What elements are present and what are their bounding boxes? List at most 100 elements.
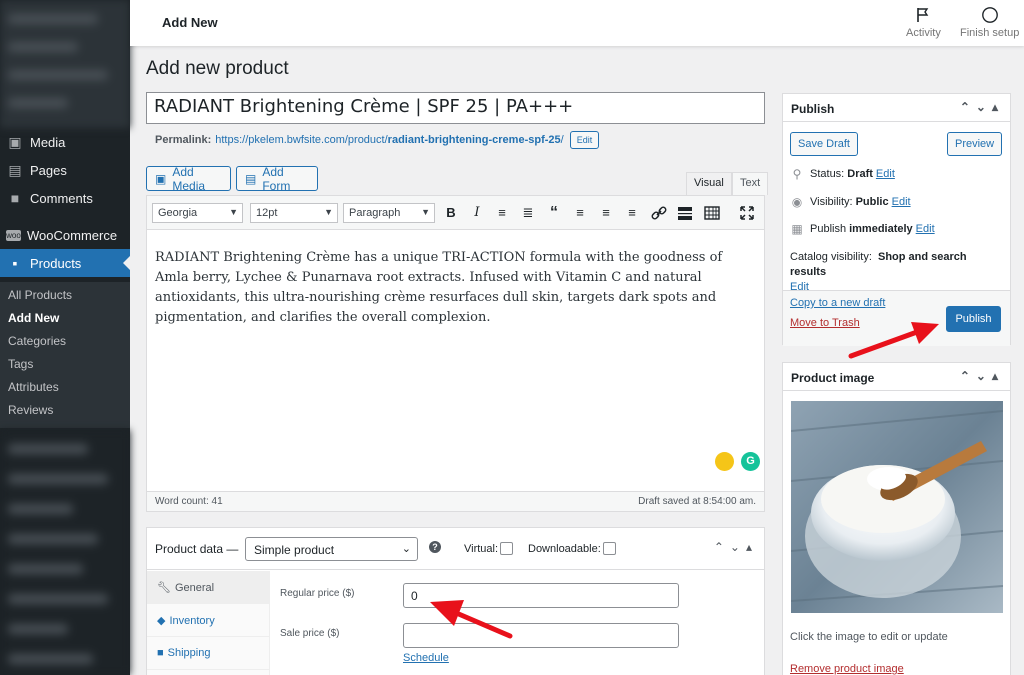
chevron-down-icon: ▼ <box>324 207 333 217</box>
sale-price-label: Sale price ($) <box>280 628 340 639</box>
status-row: ⚲ Status: Draft Edit <box>790 167 895 181</box>
toolbar-toggle-icon[interactable] <box>703 204 721 222</box>
tab-inventory[interactable]: ◆ Inventory <box>147 604 270 637</box>
product-image[interactable] <box>791 401 1003 613</box>
product-data-header: Product data — Simple product ⌄ ? Virtual… <box>147 528 764 570</box>
word-count: Word count: 41 <box>155 496 223 507</box>
bullet-list-icon[interactable]: ≡ <box>493 204 511 222</box>
catalog-visibility-row: Catalog visibility: Shop and search resu… <box>790 251 967 293</box>
paragraph-select[interactable]: Paragraph ▼ <box>343 203 435 223</box>
emoji-icon[interactable] <box>715 452 734 471</box>
tab-text[interactable]: Text <box>732 172 769 195</box>
image-hint: Click the image to edit or update <box>790 631 948 643</box>
preview-button[interactable]: Preview <box>947 132 1003 156</box>
media-icon: ▣ <box>8 133 22 150</box>
bold-icon[interactable]: B <box>442 204 460 222</box>
permalink-label: Permalink: <box>155 134 212 146</box>
font-size-select[interactable]: 12pt ▼ <box>250 203 338 223</box>
activity-button[interactable]: Activity <box>906 6 941 39</box>
chevron-down-icon: ▼ <box>421 207 430 217</box>
product-image-header: Product image ⌃⌄▴ <box>783 363 1010 391</box>
help-icon[interactable]: ? <box>429 541 441 553</box>
italic-icon[interactable]: I <box>468 204 486 222</box>
products-icon: ▪ <box>12 255 18 271</box>
flag-icon <box>917 8 929 22</box>
permalink-edit-button[interactable]: Edit <box>569 131 600 149</box>
content-editor: Georgia ▼ 12pt ▼ Paragraph ▼ B I ≡ ≣ “ ≡ ≡ … <box>146 195 765 512</box>
align-right-icon[interactable]: ≡ <box>623 204 641 222</box>
publish-box-header: Publish ⌃⌄▴ <box>783 94 1010 122</box>
remove-image-link[interactable]: Remove product image <box>790 663 904 675</box>
product-type-select[interactable]: Simple product ⌄ <box>245 537 418 561</box>
product-data-label: Product data — <box>155 542 239 556</box>
truck-icon: ■ <box>157 647 164 659</box>
virtual-option: Virtual: <box>464 542 514 555</box>
read-more-icon[interactable] <box>676 204 694 222</box>
editor-toolbar: Georgia ▼ 12pt ▼ Paragraph ▼ B I ≡ ≣ “ ≡ ≡ … <box>147 196 764 230</box>
tab-general[interactable]: 🔧︎ General <box>147 571 270 604</box>
chevron-down-icon: ▼ <box>229 207 238 217</box>
box-controls[interactable]: ⌃⌄▴ <box>714 540 758 554</box>
box-controls[interactable]: ⌃⌄▴ <box>960 369 1004 383</box>
form-icon: ▤ <box>245 171 257 186</box>
align-center-icon[interactable]: ≡ <box>597 204 615 222</box>
numbered-list-icon[interactable]: ≣ <box>519 204 537 222</box>
topbar-title: Add New <box>162 15 218 30</box>
sidebar-item-woocommerce[interactable]: woo WooCommerce <box>0 221 130 249</box>
tag-icon: ◆ <box>157 615 166 627</box>
submenu-attributes[interactable]: Attributes <box>8 380 59 394</box>
product-data-tabs: 🔧︎ General ◆ Inventory ■ Shipping <box>147 571 270 675</box>
chevron-down-icon: ⌄ <box>401 543 411 555</box>
finish-setup-button[interactable]: Finish setup <box>960 6 1019 39</box>
sidebar-item-pages[interactable]: ▤ Pages <box>0 156 130 184</box>
editor-content[interactable]: RADIANT Brightening Crème has a unique T… <box>155 248 745 328</box>
pin-icon: ⚲ <box>792 167 802 181</box>
copy-draft-link[interactable]: Copy to a new draft <box>790 297 885 309</box>
add-media-button[interactable]: ▣ Add Media <box>146 165 231 193</box>
link-icon[interactable] <box>650 204 668 222</box>
publish-actions: Copy to a new draft Move to Trash Publis… <box>783 290 1010 346</box>
publish-button[interactable]: Publish <box>946 306 1001 332</box>
publish-time-edit-link[interactable]: Edit <box>916 223 935 235</box>
visibility-edit-link[interactable]: Edit <box>892 196 911 208</box>
fullscreen-icon[interactable] <box>738 204 756 222</box>
comments-icon: ■ <box>10 190 20 206</box>
product-image-box: Product image ⌃⌄▴ Click the image to edi… <box>782 362 1011 675</box>
progress-circle-icon <box>981 7 998 23</box>
regular-price-input[interactable]: 0 <box>403 583 679 608</box>
submenu-all-products[interactable]: All Products <box>8 288 72 302</box>
blurred-menu-top <box>0 0 130 128</box>
sale-price-input[interactable] <box>403 623 679 648</box>
regular-price-label: Regular price ($) <box>280 588 355 599</box>
blockquote-icon[interactable]: “ <box>545 204 563 222</box>
submenu-categories[interactable]: Categories <box>8 334 66 348</box>
submenu-add-new[interactable]: Add New <box>8 311 59 325</box>
tab-shipping[interactable]: ■ Shipping <box>147 637 270 670</box>
editor-status-bar: Word count: 41 Draft saved at 8:54:00 am… <box>147 491 764 511</box>
align-left-icon[interactable]: ≡ <box>571 204 589 222</box>
publish-box: Publish ⌃⌄▴ Save Draft Preview ⚲ Status:… <box>782 93 1011 346</box>
box-controls[interactable]: ⌃⌄▴ <box>960 100 1004 114</box>
grammarly-icon[interactable]: G <box>741 452 760 471</box>
calendar-icon: ▦ <box>791 222 803 236</box>
submenu-tags[interactable]: Tags <box>8 357 33 371</box>
move-to-trash-link[interactable]: Move to Trash <box>790 317 860 329</box>
submenu-reviews[interactable]: Reviews <box>8 403 53 417</box>
product-title-input[interactable]: RADIANT Brightening Crème | SPF 25 | PA+… <box>146 92 765 124</box>
status-edit-link[interactable]: Edit <box>876 168 895 180</box>
page-title: Add new product <box>146 58 289 79</box>
font-family-select[interactable]: Georgia ▼ <box>152 203 243 223</box>
add-form-button[interactable]: ▤ Add Form <box>236 165 318 193</box>
schedule-link[interactable]: Schedule <box>403 652 449 664</box>
woo-icon: woo <box>6 229 21 241</box>
draft-saved-status: Draft saved at 8:54:00 am. <box>638 496 756 507</box>
sidebar-item-products[interactable]: ▪ Products <box>0 249 130 277</box>
permalink-link[interactable]: https://pkelem.bwfsite.com/product/radia… <box>215 134 563 146</box>
save-draft-button[interactable]: Save Draft <box>790 132 858 156</box>
downloadable-checkbox[interactable] <box>602 542 616 555</box>
sidebar-item-media[interactable]: ▣ Media <box>0 128 130 156</box>
virtual-checkbox[interactable] <box>500 542 514 555</box>
pages-icon: ▤ <box>8 161 22 178</box>
tab-visual[interactable]: Visual <box>686 172 732 195</box>
sidebar-item-comments[interactable]: ■ Comments <box>0 184 130 212</box>
